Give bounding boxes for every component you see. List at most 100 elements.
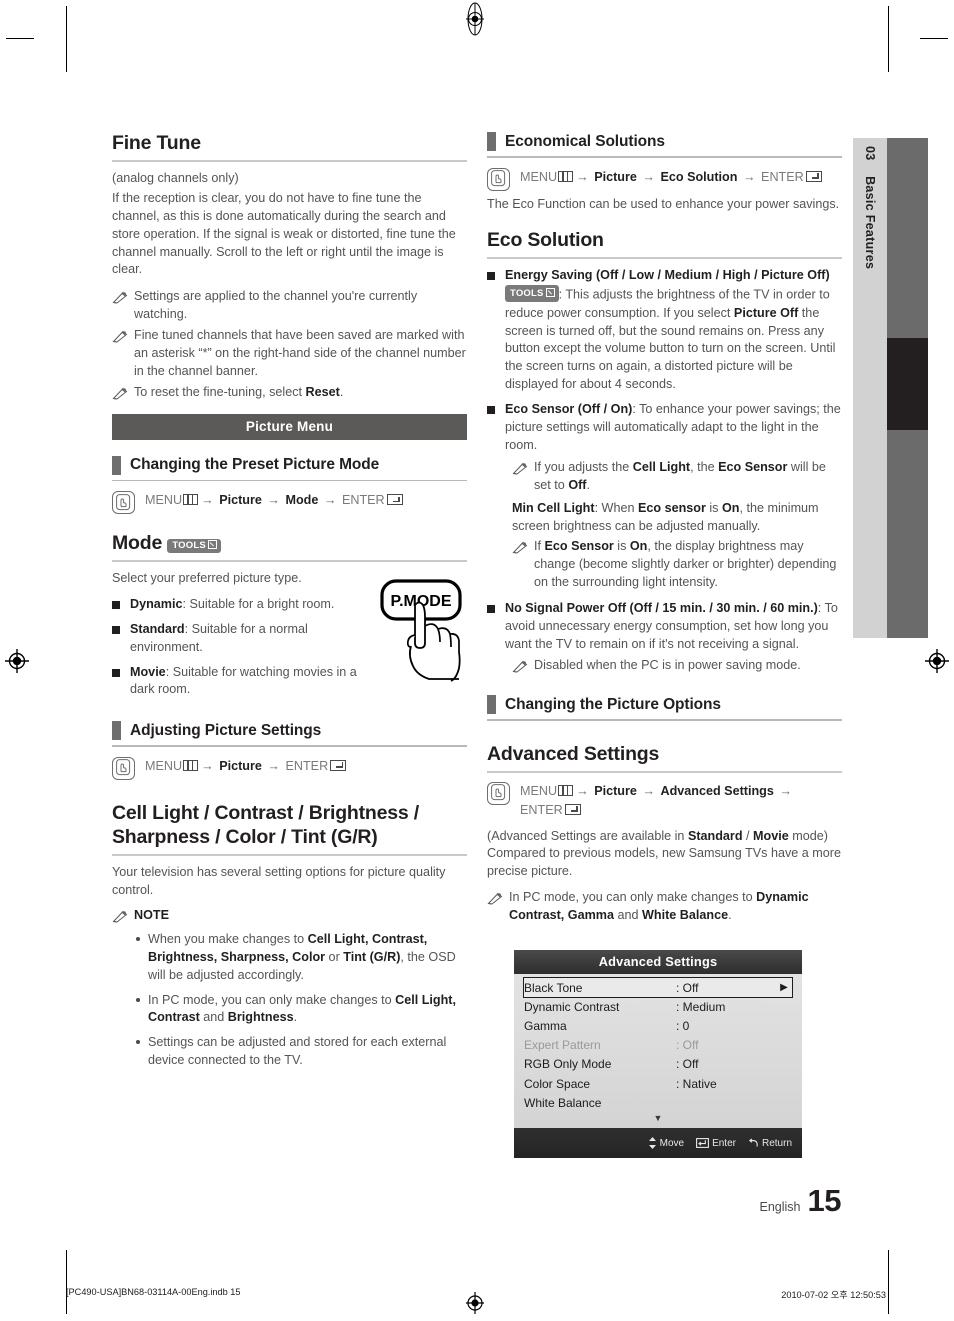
- osd-row-value: : Native: [676, 1076, 717, 1091]
- economical-solutions-rule: [487, 156, 842, 158]
- enter-key-icon: [805, 170, 822, 182]
- pencil-note-icon: [512, 462, 528, 475]
- osd-hint-enter-label: Enter: [712, 1137, 736, 1149]
- advanced-settings-path-text: MENU → Picture → Advanced Settings → ENTER: [520, 783, 792, 817]
- path-step-picture: Picture: [594, 169, 637, 184]
- up-down-arrow-icon: [648, 1137, 656, 1149]
- cell-light-note-label: NOTE: [112, 907, 467, 925]
- preset-mode-heading-text: Changing the Preset Picture Mode: [130, 456, 380, 473]
- eco-sensor-note-1: If you adjusts the Cell Light, the Eco S…: [512, 459, 842, 495]
- return-arrow-icon: [748, 1138, 758, 1147]
- fine-tune-note-2-text: Fine tuned channels that have been saved…: [134, 328, 466, 378]
- economical-path-text: MENU → Picture → Eco Solution → ENTER: [520, 167, 822, 187]
- preset-mode-nav-path: MENU → Picture → Mode → ENTER: [112, 490, 467, 514]
- osd-title: Advanced Settings: [514, 950, 802, 974]
- adjusting-path-text: MENU → Picture → ENTER: [145, 756, 347, 776]
- osd-menu-list: Black Tone : Off ▶ Dynamic Contrast : Me…: [514, 974, 802, 1128]
- osd-row-dynamic-contrast[interactable]: Dynamic Contrast : Medium: [524, 997, 792, 1016]
- tools-glyph-icon: [207, 540, 217, 549]
- enter-label: ENTER: [520, 802, 563, 817]
- picture-options-heading: Changing the Picture Options: [487, 695, 842, 715]
- chapter-index-seg-3: [887, 430, 928, 638]
- note-label-text: NOTE: [134, 908, 169, 923]
- path-step-eco-solution: Eco Solution: [660, 169, 738, 184]
- fine-tune-note-3: To reset the fine-tuning, select Reset.: [112, 384, 467, 402]
- fine-tune-note-1: Settings are applied to the channel you'…: [112, 288, 467, 324]
- osd-row-value: : 0: [676, 1018, 690, 1033]
- print-production-footer: [PC490-USA]BN68-03114A-00Eng.indb 15 201…: [0, 1287, 954, 1303]
- advanced-settings-note-text: In PC mode, you can only make changes to…: [509, 890, 809, 923]
- tools-glyph-icon: [545, 287, 555, 297]
- osd-row-black-tone[interactable]: Black Tone : Off ▶: [523, 976, 793, 999]
- chapter-side-tab-label: 03 Basic Features: [863, 146, 877, 269]
- dot-bullet-icon: [136, 1040, 140, 1045]
- eco-sensor-note-1-text: If you adjusts the Cell Light, the Eco S…: [534, 459, 826, 492]
- cell-light-bullet-3-text: Settings can be adjusted and stored for …: [148, 1035, 447, 1068]
- square-bullet-icon: [112, 625, 120, 634]
- osd-row-name: Expert Pattern: [524, 1038, 601, 1053]
- economical-solutions-heading: Economical Solutions: [487, 132, 842, 151]
- menu-label: MENU: [520, 169, 558, 184]
- square-bullet-icon: [487, 604, 495, 613]
- enter-key-icon: [696, 1138, 710, 1148]
- picture-options-rule: [487, 719, 842, 721]
- pencil-note-icon: [512, 660, 528, 673]
- osd-row-gamma[interactable]: Gamma : 0: [524, 1016, 792, 1035]
- page-number-block: English 15: [760, 1183, 842, 1219]
- osd-row-name: Color Space: [524, 1076, 591, 1091]
- osd-row-name: RGB Only Mode: [524, 1057, 612, 1072]
- fine-tune-note-1-text: Settings are applied to the channel you'…: [134, 289, 418, 322]
- cell-light-bullet-3: Settings can be adjusted and stored for …: [112, 1034, 467, 1070]
- osd-hint-move-label: Move: [659, 1137, 685, 1149]
- menu-label: MENU: [520, 783, 558, 798]
- print-source-filename: [PC490-USA]BN68-03114A-00Eng.indb 15: [66, 1287, 241, 1297]
- pencil-note-icon: [512, 541, 528, 554]
- section-marker-bar: [487, 695, 496, 715]
- energy-saving-text: Energy Saving (Off / Low / Medium / High…: [505, 268, 836, 392]
- pencil-note-icon: [487, 892, 503, 905]
- eco-solution-rule: [487, 257, 842, 260]
- chapter-index-seg-1: [887, 138, 928, 338]
- chapter-number: 03: [863, 146, 877, 161]
- fine-tune-note-2: Fine tuned channels that have been saved…: [112, 327, 467, 381]
- hand-press-icon: [487, 781, 510, 805]
- osd-hint-return: Return: [748, 1138, 792, 1149]
- advanced-settings-note: In PC mode, you can only make changes to…: [487, 889, 842, 925]
- fine-tune-note-3-text: To reset the fine-tuning, select Reset.: [134, 384, 344, 399]
- osd-row-name: Black Tone: [524, 980, 583, 995]
- cell-light-bullet-1-text: When you make changes to Cell Light, Con…: [148, 931, 456, 982]
- crop-mark-bottom-left: [66, 1250, 67, 1314]
- advanced-settings-body: (Advanced Settings are available in Stan…: [487, 828, 841, 879]
- enter-label: ENTER: [285, 758, 329, 773]
- section-marker-bar: [487, 132, 496, 151]
- osd-footer-hints: Move Enter Return: [514, 1128, 802, 1158]
- square-bullet-icon: [487, 406, 495, 414]
- economical-body: The Eco Function can be used to enhance …: [487, 196, 840, 211]
- economical-nav-path: MENU → Picture → Eco Solution → ENTER: [487, 167, 842, 191]
- hand-press-icon: [112, 756, 135, 780]
- preset-mode-path-text: MENU → Picture → Mode → ENTER: [145, 490, 403, 510]
- menu-icon: [183, 494, 199, 505]
- enter-label: ENTER: [761, 169, 804, 184]
- dot-bullet-icon: [136, 936, 140, 941]
- cell-light-title: Cell Light / Contrast / Brightness / Sha…: [112, 801, 419, 848]
- osd-row-name: White Balance: [524, 1095, 602, 1110]
- mode-item-standard-text: Standard: Suitable for a normal environm…: [130, 621, 308, 654]
- section-marker-bar: [112, 721, 121, 741]
- menu-label: MENU: [145, 493, 183, 507]
- osd-row-rgb-only-mode[interactable]: RGB Only Mode : Off: [524, 1055, 792, 1074]
- osd-row-value: : Off: [676, 980, 699, 995]
- crop-mark-top-right: [888, 6, 889, 72]
- enter-key-icon: [386, 494, 403, 505]
- path-step-advanced-settings: Advanced Settings: [660, 783, 774, 798]
- manual-page: 03 Basic Features Fine Tune (analog chan…: [0, 0, 954, 1321]
- mode-item-dynamic-text: Dynamic: Suitable for a bright room.: [130, 596, 335, 611]
- osd-row-color-space[interactable]: Color Space : Native: [524, 1074, 792, 1093]
- crop-mark-left-top: [6, 38, 34, 39]
- osd-scroll-down-icon[interactable]: ▼: [524, 1113, 792, 1123]
- pencil-note-icon: [112, 330, 128, 343]
- pencil-note-icon: [112, 910, 128, 923]
- osd-row-white-balance[interactable]: White Balance: [524, 1093, 792, 1112]
- chapter-title: Basic Features: [863, 176, 877, 270]
- fine-tune-body: If the reception is clear, you do not ha…: [112, 190, 456, 277]
